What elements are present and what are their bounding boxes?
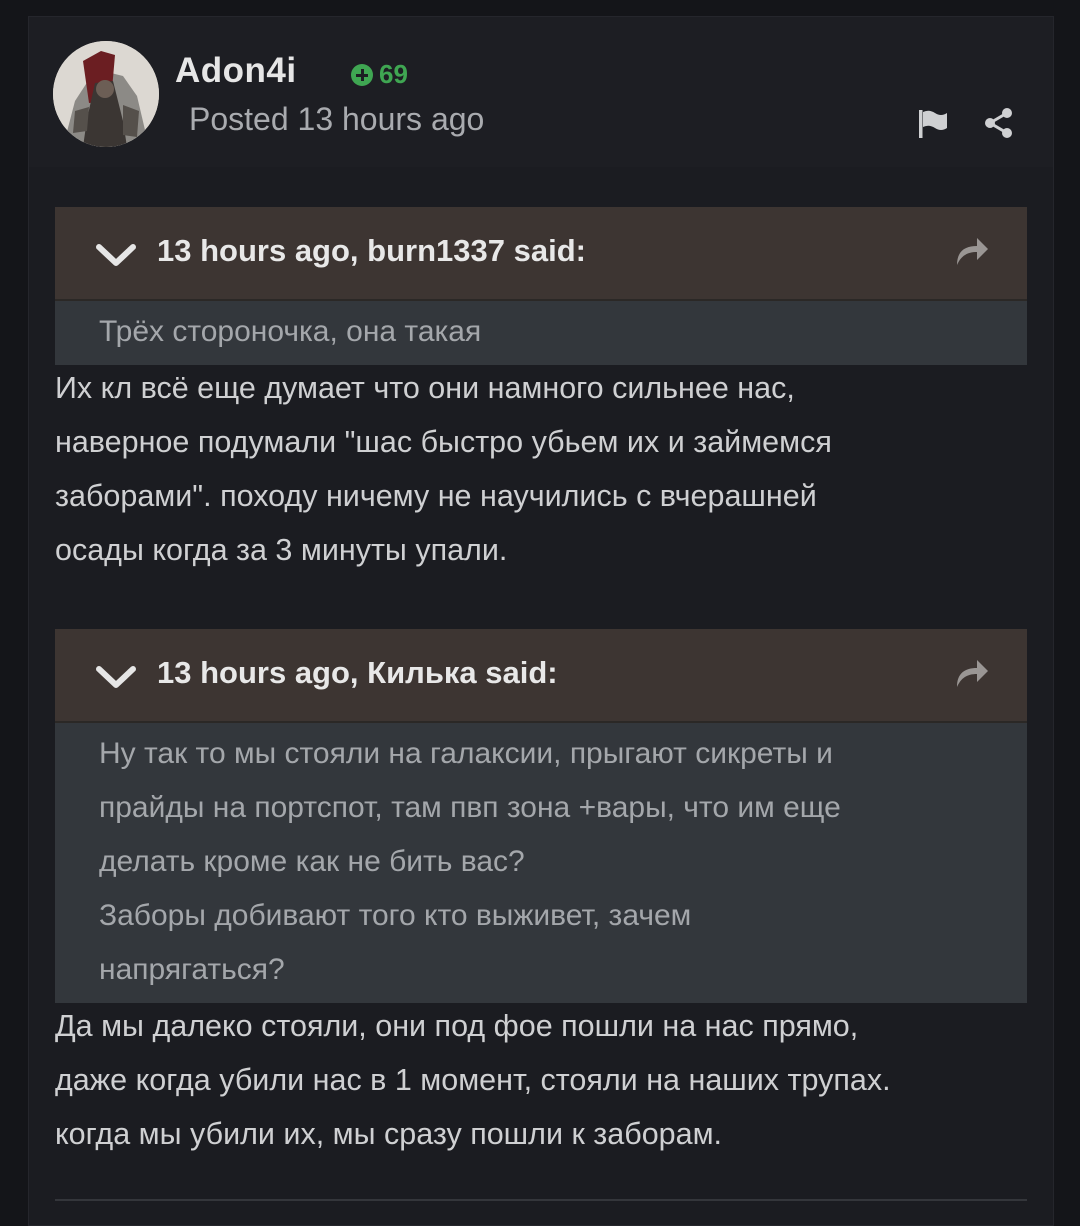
quote-block: 13 hours ago, burn1337 said: Трёх сторон… [55,207,1027,365]
post-line: когда мы убили их, мы сразу пошли к забо… [55,1117,723,1151]
quote-line: Заборы добивают того кто выживет, зачем [99,899,692,932]
reputation-count: 69 [379,59,408,89]
quote-header[interactable]: 13 hours ago, burn1337 said: [55,207,1027,301]
post-timestamp[interactable]: Posted 13 hours ago [189,101,484,138]
quote-line: Ну так то мы стояли на галаксии, прыгают… [99,737,833,770]
avatar[interactable] [53,41,159,147]
flag-icon[interactable] [915,105,951,141]
chevron-down-icon[interactable] [95,661,137,691]
quote-citation[interactable]: 13 hours ago, Килька said: [157,655,558,691]
post-text: Да мы далеко стояли, они под фое пошли н… [55,999,1035,1161]
author-name[interactable]: Adon4i [175,51,297,91]
plus-icon [351,63,373,86]
share-arrow-icon[interactable] [951,655,991,691]
share-arrow-icon[interactable] [951,233,991,269]
quote-line: прайды на портспот, там пвп зона +вары, … [99,791,841,824]
post-text: Их кл всё еще думает что они намного сил… [55,361,1035,577]
post-header: Adon4i 69 Posted 13 hours ago [29,17,1053,167]
quote-body: Трёх стороночка, она такая [55,301,1027,365]
post-line: даже когда убили нас в 1 момент, стояли … [55,1063,891,1097]
share-icon[interactable] [981,105,1017,141]
quote-citation[interactable]: 13 hours ago, burn1337 said: [157,233,586,269]
quote-line: напрягаться? [99,953,285,986]
post-line: Их кл всё еще думает что они намного сил… [55,371,795,405]
post-line: заборами". походу ничему не научились с … [55,479,817,513]
quote-line: делать кроме как не бить вас? [99,845,525,878]
quote-body: Ну так то мы стояли на галаксии, прыгают… [55,723,1027,1003]
post-line: Да мы далеко стояли, они под фое пошли н… [55,1009,859,1043]
quote-line: Трёх стороночка, она такая [99,315,482,348]
post-line: осады когда за 3 минуты упали. [55,533,508,567]
post-card: Adon4i 69 Posted 13 hours ago 13 hours a… [28,16,1054,1226]
reputation-badge: 69 [351,59,408,90]
post-line: наверное подумали "шас быстро убьем их и… [55,425,832,459]
chevron-down-icon[interactable] [95,239,137,269]
divider [55,1199,1027,1201]
quote-header[interactable]: 13 hours ago, Килька said: [55,629,1027,723]
quote-block: 13 hours ago, Килька said: Ну так то мы … [55,629,1027,1003]
